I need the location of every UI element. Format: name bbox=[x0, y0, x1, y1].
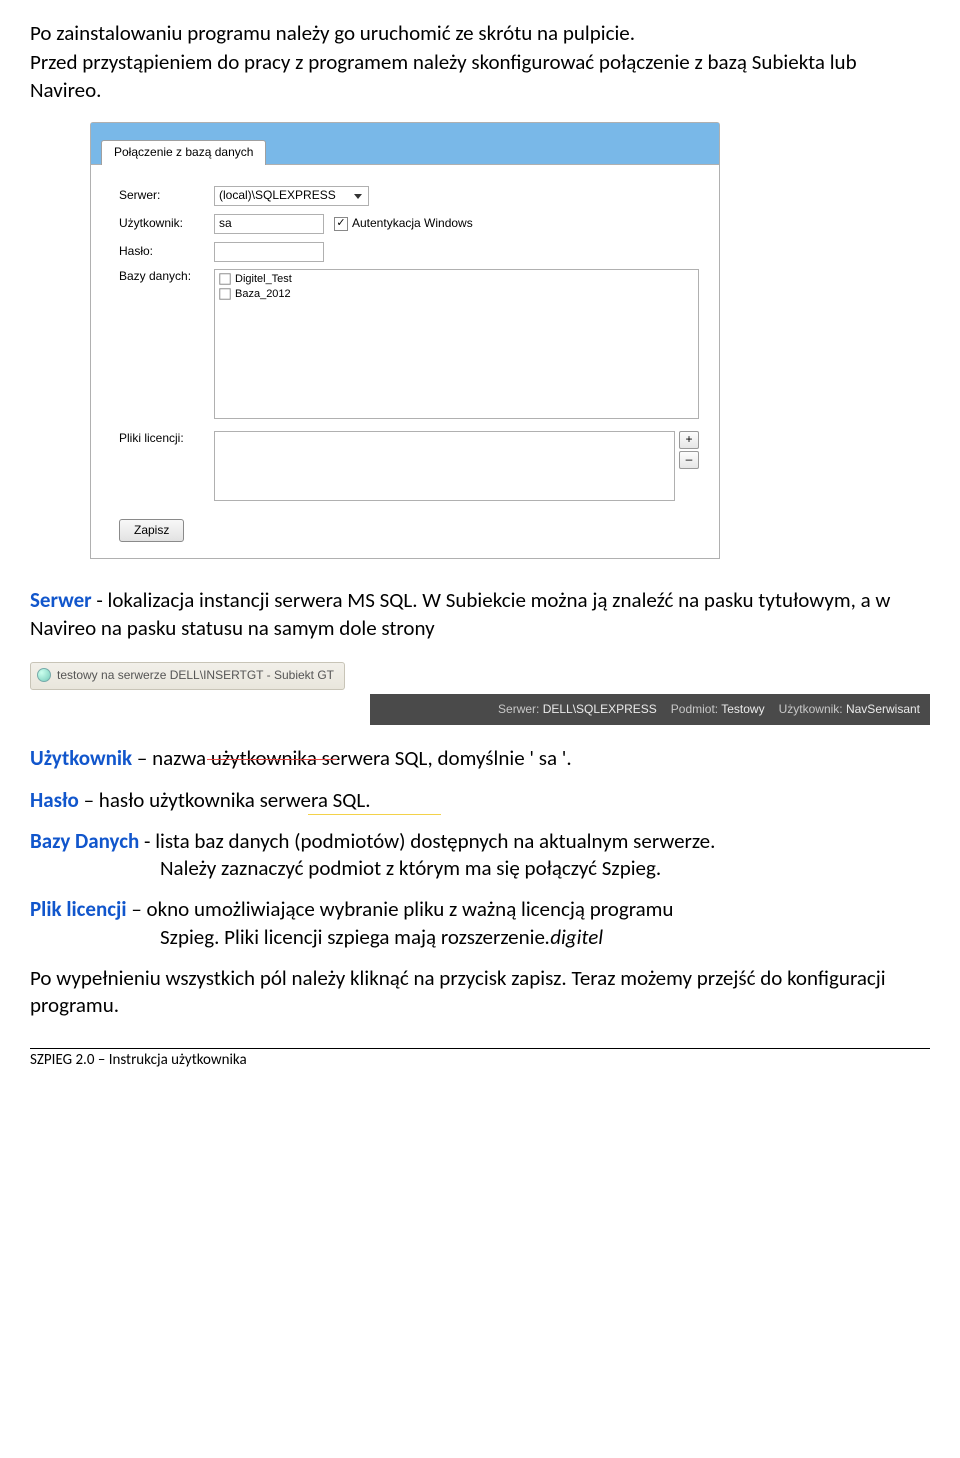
db-item-label: Baza_2012 bbox=[235, 287, 291, 301]
page-footer: SZPIEG 2.0 – Instrukcja użytkownika bbox=[30, 1048, 930, 1071]
underline-text: SQL. bbox=[333, 787, 371, 814]
save-button[interactable]: Zapisz bbox=[119, 519, 184, 543]
subiekt-titlebar-snippet: testowy na serwerze DELL\INSERTGT - Subi… bbox=[30, 656, 930, 692]
user-input[interactable]: sa bbox=[214, 214, 324, 234]
status-server-value: DELL\SQLEXPRESS bbox=[543, 702, 657, 716]
term-uzytkownik: Użytkownik bbox=[30, 745, 132, 771]
checkbox-icon bbox=[219, 274, 230, 285]
status-podmiot-value: Testowy bbox=[721, 702, 764, 716]
remove-license-button[interactable]: – bbox=[679, 451, 699, 469]
label-dbs: Bazy danych: bbox=[119, 269, 214, 285]
label-user: Użytkownik: bbox=[119, 216, 214, 232]
term-bazy: Bazy Danych bbox=[30, 828, 139, 854]
ext-italic: .digitel bbox=[545, 924, 603, 950]
server-combobox[interactable]: (local)\SQLEXPRESS bbox=[214, 186, 369, 206]
window-titlebar: Połączenie z bazą danych bbox=[91, 123, 719, 165]
config-window: Połączenie z bazą danych Serwer: (local)… bbox=[90, 122, 720, 560]
auth-windows-checkbox[interactable]: ✓ Autentykacja Windows bbox=[334, 216, 473, 232]
db-item-label: Digitel_Test bbox=[235, 272, 292, 286]
add-license-button[interactable]: + bbox=[679, 431, 699, 449]
tab-connection[interactable]: Połączenie z bazą danych bbox=[101, 140, 266, 165]
navireo-statusbar-snippet: Serwer: DELL\SQLEXPRESS Podmiot: Testowy… bbox=[370, 694, 930, 726]
term-haslo: Hasło bbox=[30, 787, 79, 813]
strike-text: użytkownik bbox=[211, 745, 307, 772]
status-podmiot-label: Podmiot: bbox=[671, 702, 718, 716]
def-serwer: Serwer - lokalizacja instancji serwera M… bbox=[30, 587, 930, 642]
term-plik: Plik licencji bbox=[30, 896, 127, 922]
status-server-label: Serwer: bbox=[498, 702, 539, 716]
term-serwer: Serwer bbox=[30, 587, 92, 613]
pass-input[interactable] bbox=[214, 242, 324, 262]
checkbox-icon bbox=[219, 289, 230, 300]
label-lic: Pliki licencji: bbox=[119, 431, 214, 447]
status-user-label: Użytkownik: bbox=[779, 702, 843, 716]
serwer-text: - lokalizacja instancji serwera MS SQL. … bbox=[30, 587, 890, 640]
intro-line-1: Po zainstalowaniu programu należy go uru… bbox=[30, 20, 930, 47]
subiekt-title-text: testowy na serwerze DELL\INSERTGT - Subi… bbox=[57, 668, 334, 682]
outro-text: Po wypełnieniu wszystkich pól należy kli… bbox=[30, 965, 930, 1020]
def-uzytkownik: Użytkownik – nazwa użytkownika serwera S… bbox=[30, 745, 930, 772]
intro-text: Po zainstalowaniu programu należy go uru… bbox=[30, 20, 930, 104]
def-plik-licencji: Plik licencji – okno umożliwiające wybra… bbox=[30, 896, 930, 951]
auth-windows-label: Autentykacja Windows bbox=[352, 216, 473, 232]
db-item[interactable]: Baza_2012 bbox=[219, 287, 694, 302]
status-user-value: NavSerwisant bbox=[846, 702, 920, 716]
def-haslo: Hasło – hasło użytkownika serwera SQL. bbox=[30, 787, 930, 814]
label-pass: Hasło: bbox=[119, 244, 214, 260]
check-icon: ✓ bbox=[334, 217, 348, 231]
label-server: Serwer: bbox=[119, 188, 214, 204]
def-bazy: Bazy Danych - lista baz danych (podmiotó… bbox=[30, 828, 930, 883]
license-listbox[interactable] bbox=[214, 431, 675, 501]
intro-line-2: Przed przystąpieniem do pracy z programe… bbox=[30, 49, 930, 104]
db-item[interactable]: Digitel_Test bbox=[219, 272, 694, 287]
form-area: Serwer: (local)\SQLEXPRESS Użytkownik: s… bbox=[91, 165, 719, 559]
db-listbox[interactable]: Digitel_Test Baza_2012 bbox=[214, 269, 699, 419]
app-icon bbox=[37, 668, 51, 682]
